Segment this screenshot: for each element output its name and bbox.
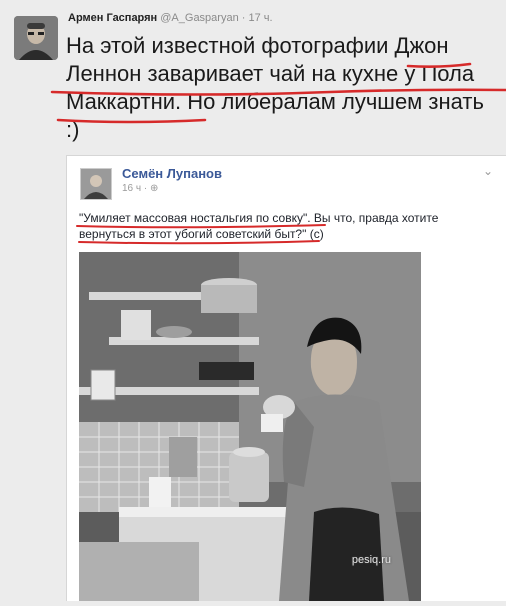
chevron-down-icon[interactable]: ⌄	[483, 164, 493, 178]
tweet-text: На этой известной фотографии Джон Леннон…	[66, 32, 506, 144]
tweet-text-line: :)	[66, 117, 80, 142]
tweet-text-line: Маккартни. Но либералам лучшем знать	[66, 89, 484, 114]
watermark: pesiq.ru	[351, 554, 391, 566]
fb-post-meta: 16 ч · ⊕	[122, 183, 158, 194]
tweet-author-avatar[interactable]	[14, 16, 58, 60]
tweet-author-handle[interactable]: @A_Gasparyan	[160, 12, 238, 24]
fb-separator: ·	[143, 183, 148, 194]
tweet: Армен Гаспарян @A_Gasparyan · 17 ч. На э…	[0, 0, 506, 601]
tweet-time[interactable]: 17 ч.	[249, 12, 273, 24]
tweet-text-line: Леннон заваривает чай на кухне у Пола	[66, 61, 475, 86]
photo-icon[interactable]: pesiq.ru	[79, 252, 421, 601]
fb-text-line: вернуться в этот убогий советский быт?" …	[79, 227, 324, 241]
fb-post-time[interactable]: 16 ч	[122, 183, 141, 194]
tweet-header: Армен Гаспарян @A_Gasparyan · 17 ч.	[68, 12, 273, 24]
globe-icon: ⊕	[150, 183, 159, 194]
fb-text-line: "Умиляет массовая ностальгия по совку". …	[79, 211, 439, 225]
tweet-separator: ·	[241, 12, 246, 24]
tweet-text-line: На этой известной фотографии Джон	[66, 33, 449, 58]
tweet-author-name[interactable]: Армен Гаспарян	[68, 12, 157, 24]
fb-author-avatar[interactable]	[80, 168, 112, 200]
fb-post-text: "Умиляет массовая ностальгия по совку". …	[79, 210, 499, 242]
fb-author-name[interactable]: Семён Лупанов	[122, 166, 222, 181]
facebook-post-card: Семён Лупанов 16 ч · ⊕ ⌄ "Умиляет массов…	[66, 155, 506, 601]
